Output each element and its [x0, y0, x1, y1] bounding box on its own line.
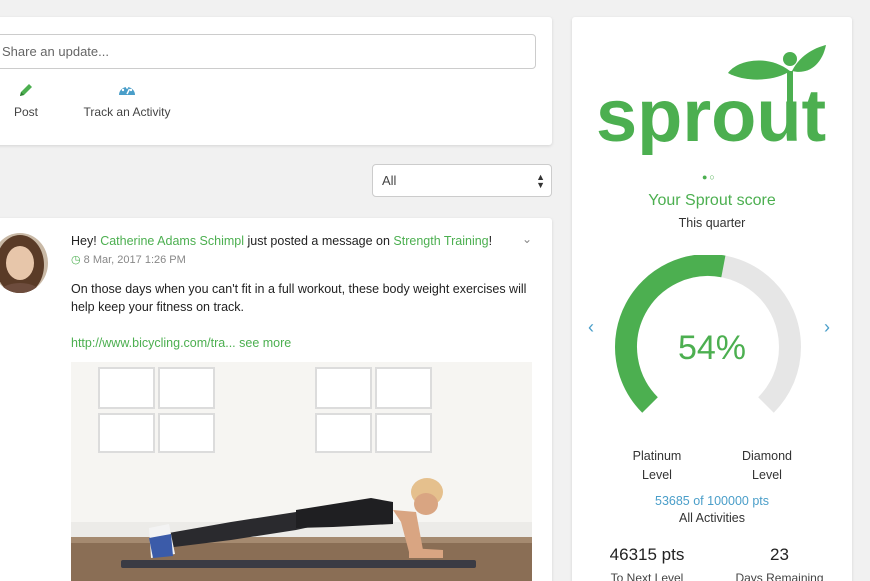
track-activity-button[interactable]: Track an Activity — [82, 81, 172, 119]
diamond-line2: Level — [752, 468, 782, 482]
select-arrows-icon: ▲ ▼ — [536, 172, 545, 190]
feed-filter-select[interactable]: All ▲ ▼ — [372, 164, 552, 197]
chevron-left-icon[interactable]: ‹ — [588, 317, 594, 338]
platinum-line2: Level — [642, 468, 672, 482]
days-remaining-value: 23 — [770, 545, 789, 564]
to-next-level-label: To Next Level — [610, 571, 684, 581]
post-label: Post — [13, 105, 38, 119]
points-progress: 53685 of 100000 pts — [655, 494, 769, 508]
sprout-score-panel: sprout ●○ Your Sprout score This quarter… — [572, 17, 852, 581]
post-headline: Hey! Catherine Adams Schimpl just posted… — [71, 232, 521, 250]
points-scope: All Activities — [679, 511, 745, 525]
days-remaining-label: Days Remaining — [735, 571, 824, 581]
post-link-row: http://www.bicycling.com/tra... see more — [71, 334, 291, 352]
score-title: Your Sprout score — [648, 192, 776, 209]
post-image[interactable] — [71, 362, 532, 581]
to-next-level-value: 46315 pts — [609, 545, 685, 564]
headline-prefix: Hey! — [71, 234, 101, 248]
chevron-right-icon[interactable]: › — [824, 317, 830, 338]
composer-card: Post Track an Activity — [0, 17, 552, 145]
clock-icon: ◷ — [71, 254, 81, 266]
avatar[interactable] — [0, 233, 48, 293]
post-timestamp: ◷ 8 Mar, 2017 1:26 PM — [71, 251, 186, 269]
platinum-line1: Platinum — [632, 449, 682, 463]
post-button[interactable]: Post — [8, 81, 44, 119]
diamond-line1: Diamond — [741, 449, 793, 463]
sprout-logo: sprout — [596, 45, 826, 155]
feed-post-card: Hey! Catherine Adams Schimpl just posted… — [0, 218, 552, 581]
see-more-link[interactable]: see more — [239, 336, 291, 350]
post-body: On those days when you can't fit in a fu… — [71, 282, 527, 314]
filter-selected-value: All — [382, 173, 397, 188]
pencil-icon — [20, 84, 32, 96]
group-link[interactable]: Strength Training — [393, 234, 488, 248]
track-activity-label: Track an Activity — [83, 105, 171, 119]
dashboard-icon — [119, 86, 135, 95]
author-link[interactable]: Catherine Adams Schimpl — [100, 234, 244, 248]
gauge-percent-label: 54% — [678, 329, 746, 367]
chevron-down-icon[interactable]: ⌄ — [522, 232, 532, 246]
score-period: This quarter — [678, 216, 746, 230]
diamond-level-label: Diamond Level — [732, 447, 802, 485]
headline-suffix: ! — [488, 234, 493, 248]
headline-middle: just posted a message on — [244, 234, 394, 248]
post-link[interactable]: http://www.bicycling.com/tra... — [71, 336, 236, 350]
timestamp-text: 8 Mar, 2017 1:26 PM — [83, 254, 186, 266]
platinum-level-label: Platinum Level — [622, 447, 692, 485]
score-gauge: 54% — [615, 255, 801, 413]
carousel-dots[interactable]: ●○ — [702, 172, 717, 182]
share-update-input[interactable] — [0, 34, 536, 69]
